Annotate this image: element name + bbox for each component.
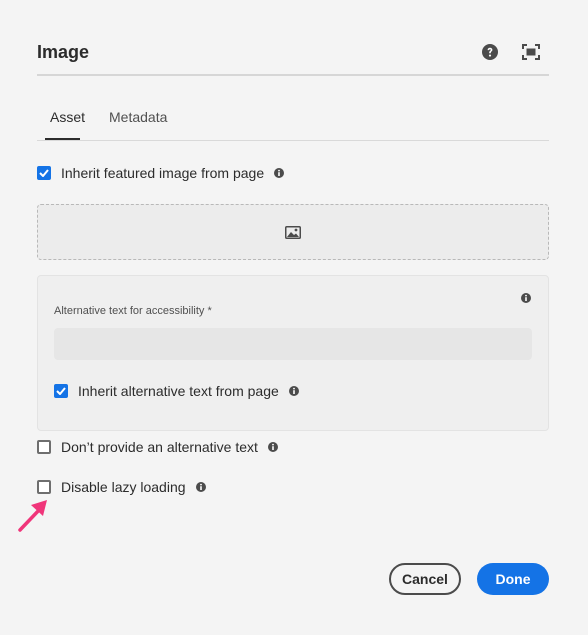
tab-list: Asset Metadata [37,100,549,141]
image-dropzone[interactable] [37,204,549,260]
no-alt-row: Don’t provide an alternative text [37,438,278,456]
inherit-featured-row: Inherit featured image from page [37,164,285,182]
inherit-alt-label: Inherit alternative text from page [78,383,279,399]
inherit-alt-checkbox[interactable] [54,384,68,398]
info-icon[interactable] [521,293,531,303]
tab-asset[interactable]: Asset [50,109,85,125]
info-icon[interactable] [267,442,278,452]
fullscreen-icon[interactable] [521,42,541,62]
alt-text-input[interactable] [54,328,532,360]
info-icon[interactable] [274,168,285,178]
image-dialog: Image Asset Metadata Inherit featured im… [0,0,588,635]
inherit-alt-row: Inherit alternative text from page [54,382,299,400]
no-alt-checkbox[interactable] [37,440,51,454]
help-circle-icon[interactable] [480,42,500,62]
lazy-loading-checkbox[interactable] [37,480,51,494]
info-icon[interactable] [195,482,206,492]
alt-text-panel: Alternative text for accessibility * Inh… [37,275,549,431]
inherit-featured-checkbox[interactable] [37,166,51,180]
image-icon [285,225,301,239]
lazy-loading-label: Disable lazy loading [61,479,186,495]
alt-text-label: Alternative text for accessibility * [54,305,212,317]
done-button[interactable]: Done [477,563,549,595]
info-icon[interactable] [288,386,299,396]
cancel-button[interactable]: Cancel [389,563,461,595]
inherit-featured-label: Inherit featured image from page [61,165,265,181]
checkmark-icon [39,169,49,177]
lazy-loading-row: Disable lazy loading [37,478,206,496]
no-alt-label: Don’t provide an alternative text [61,439,258,455]
dialog-title: Image [37,42,90,62]
checkmark-icon [56,387,66,395]
active-tab-indicator [45,138,80,140]
dialog-header: Image [37,34,549,76]
annotation-arrow-icon [18,500,47,532]
tab-metadata[interactable]: Metadata [109,109,167,125]
